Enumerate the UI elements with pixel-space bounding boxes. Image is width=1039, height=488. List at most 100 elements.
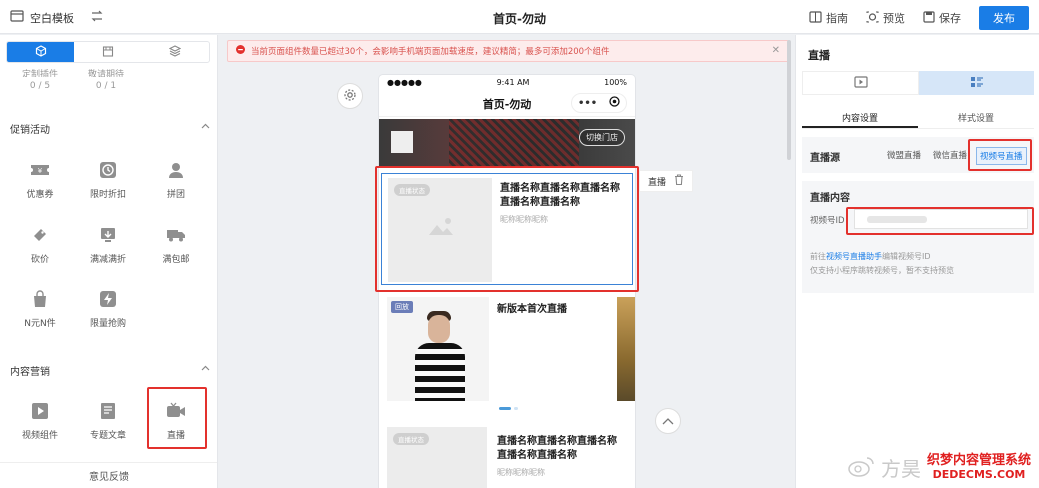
tab-style-settings[interactable]: 样式设置	[918, 107, 1034, 128]
item-label: 限时折扣	[89, 190, 126, 200]
replay-badge: 回放	[391, 301, 413, 313]
promotion-section-header[interactable]: 促销活动	[10, 121, 210, 136]
dedecms-line1: 织梦内容管理系统	[926, 452, 1031, 468]
guide-label: 指南	[826, 12, 848, 25]
carousel-dot[interactable]	[514, 407, 518, 410]
channel-id-highlight	[846, 207, 1034, 235]
swap-icon[interactable]	[90, 10, 104, 25]
channel-id-label: 视频号ID	[810, 216, 845, 226]
store-banner[interactable]: 切换门店	[379, 119, 635, 167]
alert-text: 当前页面组件数量已超过30个，会影响手机端页面加载速度，建议精简；最多可添加20…	[251, 47, 610, 57]
free-shipping-item[interactable]: 满包邮	[144, 224, 208, 265]
live-nickname: 昵称昵称昵称	[497, 468, 545, 477]
live-component-highlight	[375, 166, 639, 292]
live-content-section: 直播内容 视频号ID 前往视频号直播助手编辑视频号ID 仅支持小程序跳转视频号，…	[802, 181, 1034, 293]
coupon-item[interactable]: ¥ 优惠券	[8, 159, 72, 200]
live-cover: 直播状态	[387, 427, 487, 488]
feedback-button[interactable]: 意见反馈	[0, 462, 217, 488]
svg-text:¥: ¥	[38, 167, 43, 175]
guide-button[interactable]: 指南	[809, 10, 848, 26]
watermark-text: 方昊	[880, 457, 921, 481]
preview-icon	[866, 11, 879, 26]
group-buy-item[interactable]: 拼团	[144, 159, 208, 200]
close-icon[interactable]: ✕	[772, 45, 780, 56]
component-name-label[interactable]: 直播	[648, 175, 666, 188]
component-actions: 直播	[639, 170, 694, 192]
tab-page[interactable]	[74, 42, 141, 62]
live-status-badge: 直播状态	[393, 433, 429, 445]
template-switcher[interactable]: 空白模板	[10, 9, 104, 26]
dedecms-watermark: 织梦内容管理系统 DEDECMS.COM	[926, 452, 1031, 482]
video-replay-card[interactable]: 回放 新版本首次直播	[387, 297, 627, 401]
live-title: 直播名称直播名称直播名称直播名称直播名称	[497, 436, 617, 461]
tab-layers[interactable]	[142, 42, 209, 62]
component-limit-alert: 当前页面组件数量已超过30个，会影响手机端页面加载速度，建议精简；最多可添加20…	[227, 40, 789, 62]
trash-icon[interactable]	[674, 174, 684, 188]
video-component-item[interactable]: 视频组件	[8, 400, 72, 441]
top-bar: 空白模板 首页-勿动 指南 预览 保存 发布	[0, 0, 1039, 34]
list-icon	[970, 76, 984, 91]
item-label: 满减满折	[89, 255, 126, 265]
carousel-dots	[499, 407, 518, 410]
style-option-video[interactable]	[802, 71, 919, 95]
item-label: 满包邮	[162, 255, 190, 265]
pre-count: 0 / 1	[95, 81, 117, 91]
panel-title: 直播	[808, 49, 830, 62]
save-button[interactable]: 保存	[923, 10, 961, 26]
save-label: 保存	[939, 12, 961, 25]
page-settings-button[interactable]	[337, 83, 363, 109]
settings-tabs: 内容设置 样式设置	[802, 107, 1034, 129]
time-discount-item[interactable]: 限时折扣	[76, 159, 140, 200]
editor-canvas: 当前页面组件数量已超过30个，会影响手机端页面加载速度，建议精简；最多可添加20…	[219, 35, 794, 488]
publish-button[interactable]: 发布	[979, 6, 1029, 30]
flash-sale-item[interactable]: 限量抢购	[76, 288, 140, 329]
phone-status-bar: ●●●●● 9:41 AM 100%	[379, 75, 635, 89]
pre-count: 0 / 5	[29, 81, 51, 91]
replay-cover: 回放	[387, 297, 489, 401]
section-title: 促销活动	[10, 125, 50, 136]
item-label: 限量抢购	[89, 319, 126, 329]
play-icon	[853, 75, 868, 91]
article-item[interactable]: 专题文章	[76, 400, 140, 441]
bag-icon	[29, 288, 51, 310]
channel-hint: 前往视频号直播助手编辑视频号ID	[810, 251, 931, 262]
bargain-item[interactable]: 砍价	[8, 224, 72, 265]
warning-icon	[236, 45, 245, 57]
live-source-label: 直播源	[810, 153, 840, 164]
chevron-up-icon	[201, 121, 210, 136]
gear-icon	[343, 88, 357, 105]
coming-soon-item[interactable]: 敬请期待 0 / 1	[74, 70, 138, 91]
live-component[interactable]: 直播状态 直播名称直播名称直播名称直播名称直播名称 昵称昵称昵称	[387, 427, 631, 488]
channel-hint-line2: 仅支持小程序跳转视频号，暂不支持预览	[810, 266, 954, 275]
full-reduction-item[interactable]: 满减满折	[76, 224, 140, 265]
style-option-list[interactable]	[919, 71, 1034, 95]
cube-icon	[35, 44, 47, 60]
channel-assistant-link[interactable]: 视频号直播助手	[826, 252, 882, 261]
live-content-title: 直播内容	[810, 193, 850, 204]
model-shirt	[415, 343, 465, 401]
preview-button[interactable]: 预览	[866, 10, 905, 26]
custom-plugin-item[interactable]: 定制插件 0 / 5	[8, 70, 72, 91]
hint-suffix: 编辑视频号ID	[882, 252, 931, 261]
tab-content-settings[interactable]: 内容设置	[802, 107, 918, 128]
source-option-weimob[interactable]: 微盟直播	[884, 147, 924, 163]
content-section-header[interactable]: 内容营销	[10, 363, 210, 378]
source-option-wechat[interactable]: 微信直播	[930, 147, 970, 163]
item-label: 视频组件	[21, 431, 58, 441]
clock-icon	[97, 159, 119, 181]
pre-label: 敬请期待	[87, 70, 124, 77]
truck-icon	[165, 224, 187, 246]
tab-components[interactable]	[7, 42, 75, 62]
channels-option-highlight	[968, 139, 1032, 171]
item-label: 拼团	[166, 190, 185, 200]
video-icon	[29, 400, 51, 422]
carousel-dot-active[interactable]	[499, 407, 511, 410]
n-yuan-item[interactable]: N元N件	[8, 288, 72, 329]
signal-indicator: ●●●●●	[387, 77, 422, 87]
hint-prefix: 前往	[810, 252, 826, 261]
canvas-scrollbar[interactable]	[787, 40, 791, 160]
more-icon: •••	[577, 97, 598, 109]
component-panel: 定制插件 0 / 5 敬请期待 0 / 1 促销活动 ¥ 优惠券 限时折扣 拼团…	[0, 35, 218, 488]
scroll-top-button[interactable]	[655, 408, 681, 434]
switch-store-button[interactable]: 切换门店	[579, 129, 625, 146]
